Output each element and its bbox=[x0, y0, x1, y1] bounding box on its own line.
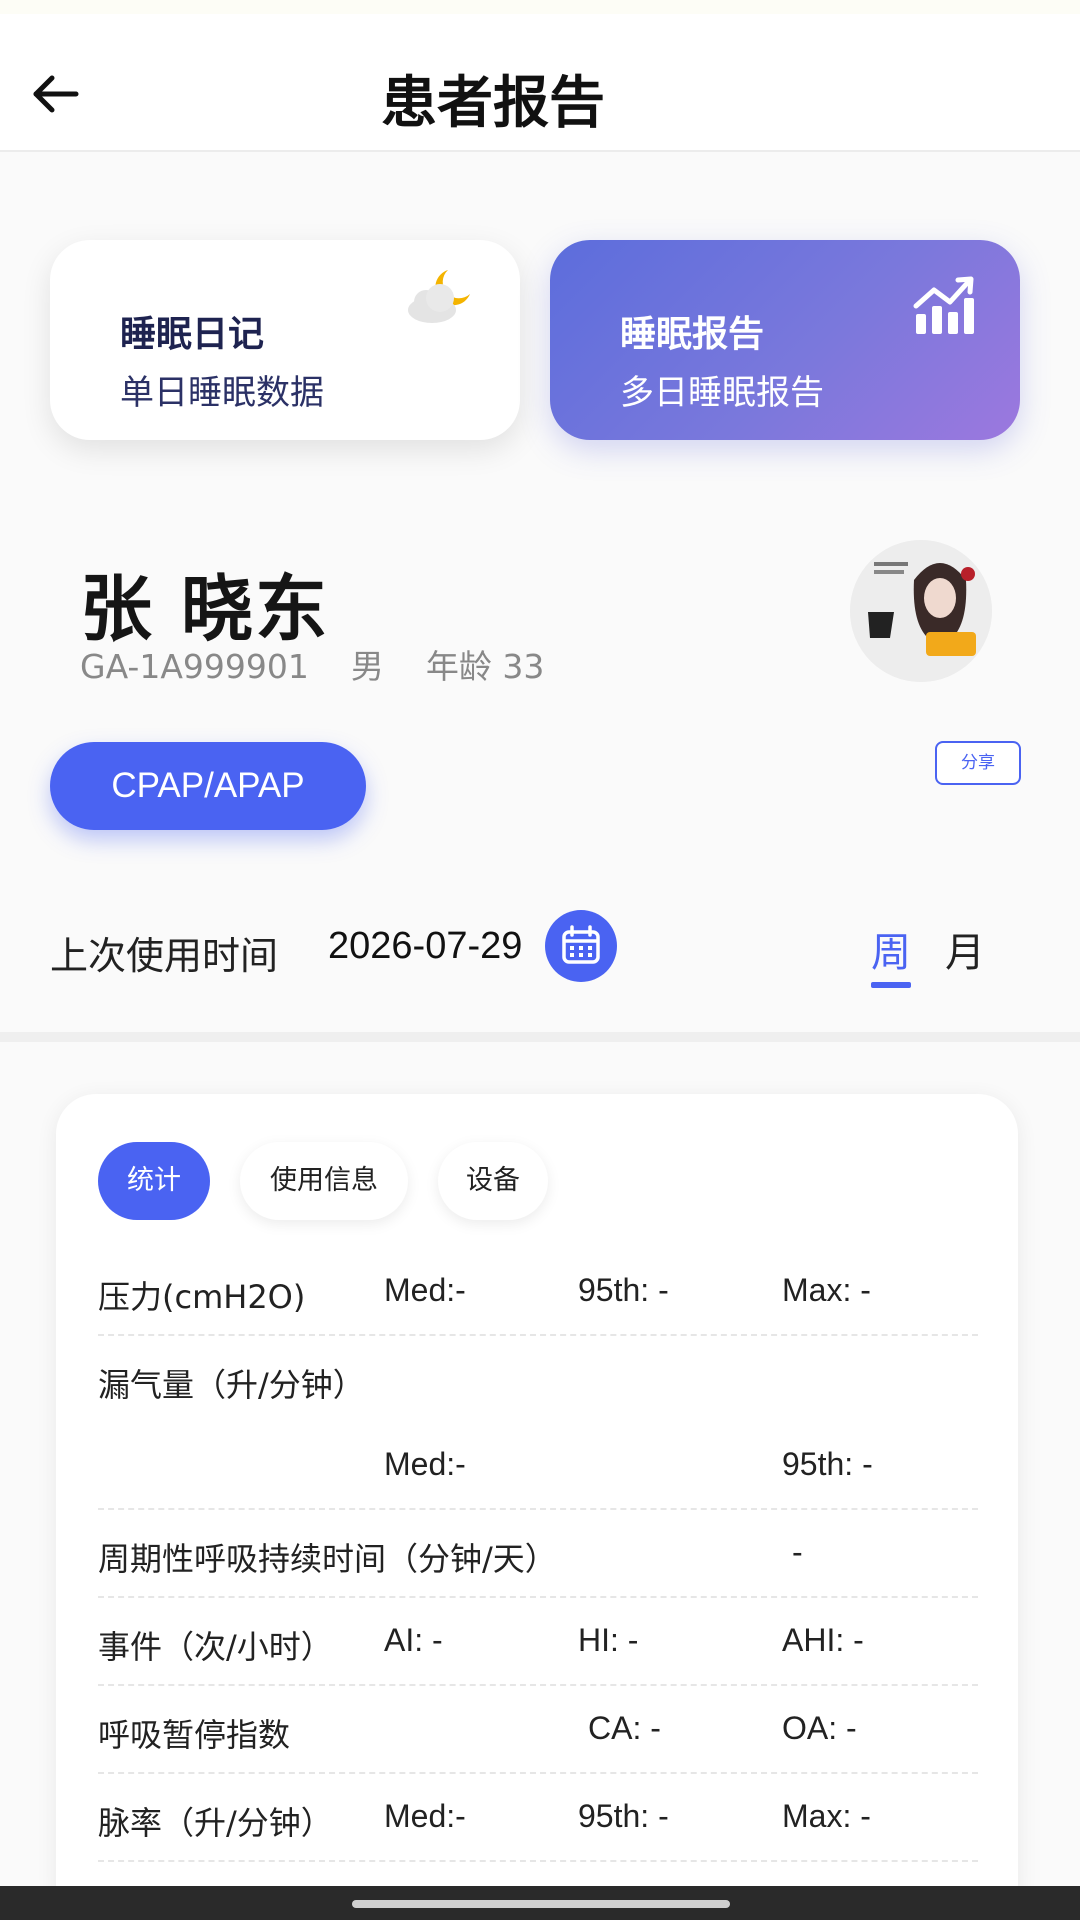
status-bar bbox=[0, 0, 1080, 14]
calendar-icon bbox=[562, 925, 600, 964]
patient-gender: 男 bbox=[350, 647, 384, 686]
patient-age: 年龄 33 bbox=[425, 647, 545, 686]
patient-id: GA-1A999901 bbox=[80, 647, 309, 686]
patient-meta: GA-1A999901 男 年龄 33 bbox=[80, 640, 586, 688]
sleep-diary-card[interactable]: 睡眠日记 单日睡眠数据 bbox=[50, 240, 520, 440]
apnea-ca: CA: - bbox=[588, 1710, 661, 1746]
stats-card: 统计 使用信息 设备 压力(cmH2O) Med:- 95th: - Max: … bbox=[56, 1094, 1018, 1920]
cpap-apap-button[interactable]: CPAP/APAP bbox=[50, 742, 366, 830]
leak-med: Med:- bbox=[384, 1446, 466, 1482]
row-divider bbox=[98, 1508, 978, 1510]
sleep-report-card[interactable]: 睡眠报告 多日睡眠报告 bbox=[550, 240, 1020, 440]
bar-chart-trend-icon bbox=[913, 276, 974, 334]
row-divider bbox=[98, 1684, 978, 1686]
events-hi: HI: - bbox=[578, 1622, 639, 1658]
row-divider bbox=[98, 1334, 978, 1336]
leak-label: 漏气量（升/分钟） bbox=[98, 1366, 365, 1404]
tab-month[interactable]: 月 bbox=[945, 920, 985, 978]
pulse-med: Med:- bbox=[384, 1798, 466, 1834]
last-use-date: 2026-07-29 bbox=[328, 925, 523, 967]
pressure-95th: 95th: - bbox=[578, 1272, 669, 1308]
last-use-label: 上次使用时间 bbox=[50, 934, 279, 978]
share-button[interactable]: 分享 bbox=[935, 741, 1021, 785]
leak-95th: 95th: - bbox=[782, 1446, 873, 1482]
sleep-diary-subtitle: 单日睡眠数据 bbox=[120, 373, 324, 413]
pulse-95th: 95th: - bbox=[578, 1798, 669, 1834]
app-header: 患者报告 bbox=[0, 14, 1080, 152]
sleep-diary-title: 睡眠日记 bbox=[120, 314, 265, 355]
pulse-label: 脉率（升/分钟） bbox=[98, 1804, 333, 1842]
pulse-max: Max: - bbox=[782, 1798, 871, 1834]
periodic-breathing-value: - bbox=[792, 1534, 803, 1570]
events-ai: AI: - bbox=[384, 1622, 443, 1658]
row-divider bbox=[98, 1596, 978, 1598]
pressure-label: 压力(cmH2O) bbox=[98, 1278, 306, 1316]
events-ahi: AHI: - bbox=[782, 1622, 864, 1658]
row-divider bbox=[98, 1772, 978, 1774]
home-gesture-handle[interactable] bbox=[352, 1900, 730, 1908]
row-divider bbox=[98, 1860, 978, 1862]
cloud-moon-icon bbox=[408, 270, 470, 323]
pressure-med: Med:- bbox=[384, 1272, 466, 1308]
events-label: 事件（次/小时） bbox=[98, 1628, 333, 1666]
avatar[interactable] bbox=[850, 540, 992, 682]
apnea-oa: OA: - bbox=[782, 1710, 857, 1746]
sleep-report-subtitle: 多日睡眠报告 bbox=[620, 373, 824, 413]
tab-usage-info[interactable]: 使用信息 bbox=[240, 1142, 408, 1220]
tab-week[interactable]: 周 bbox=[871, 920, 911, 978]
calendar-button[interactable] bbox=[545, 910, 617, 982]
pressure-max: Max: - bbox=[782, 1272, 871, 1308]
section-divider bbox=[0, 1032, 1080, 1042]
page-title: 患者报告 bbox=[381, 71, 605, 136]
tab-stats[interactable]: 统计 bbox=[98, 1142, 210, 1220]
apnea-index-label: 呼吸暂停指数 bbox=[98, 1716, 291, 1754]
periodic-breathing-label: 周期性呼吸持续时间（分钟/天） bbox=[98, 1540, 557, 1578]
avatar-image bbox=[850, 540, 992, 682]
tab-week-indicator bbox=[871, 982, 911, 988]
sleep-report-title: 睡眠报告 bbox=[620, 314, 765, 355]
tab-device[interactable]: 设备 bbox=[438, 1142, 548, 1220]
system-nav-bar bbox=[0, 1886, 1080, 1920]
